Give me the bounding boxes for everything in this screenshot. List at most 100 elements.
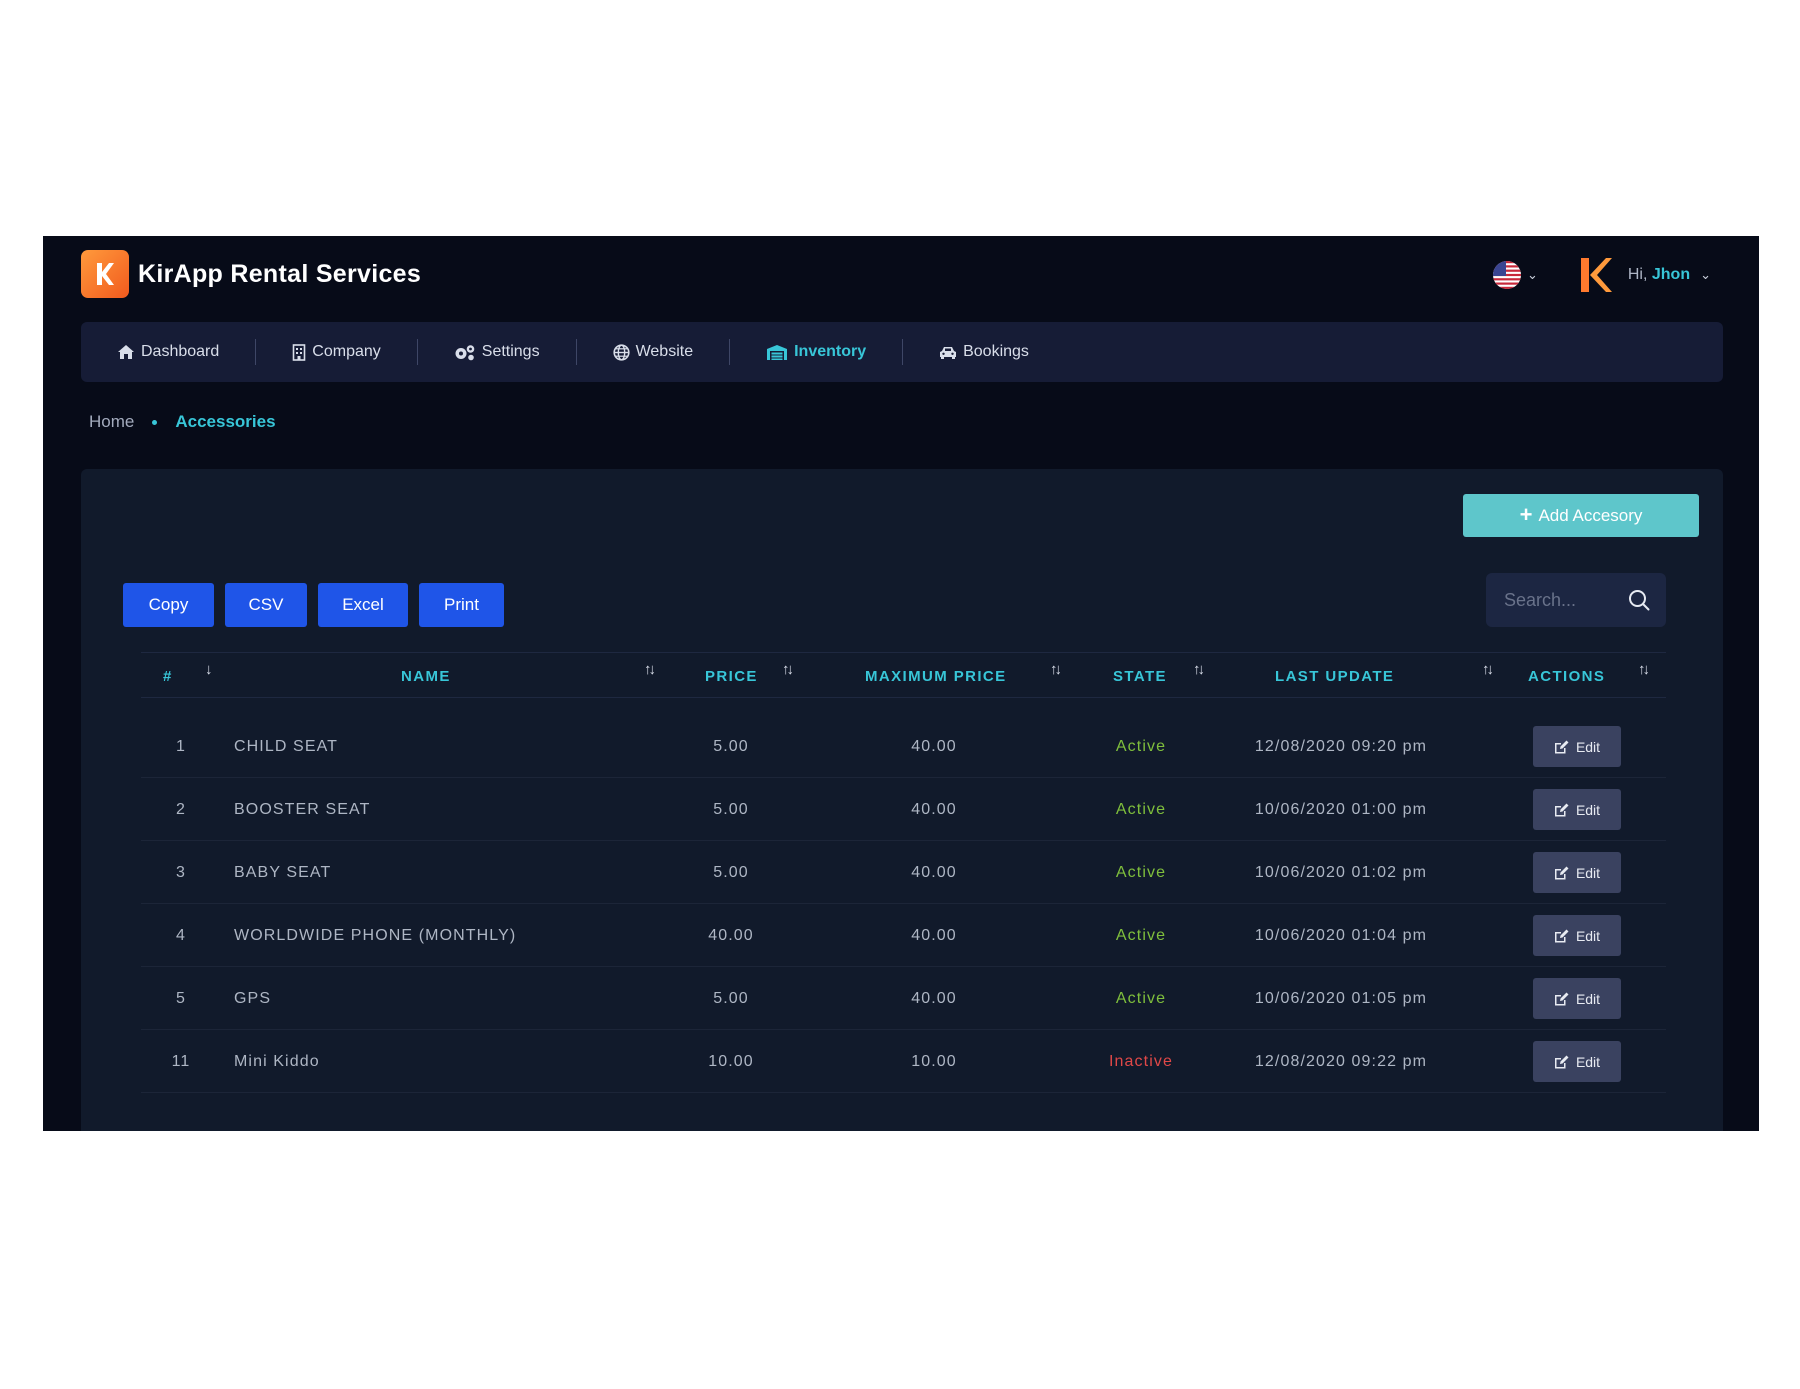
cell-number: 1 — [176, 737, 186, 755]
cell-state: Active — [1115, 926, 1167, 944]
cell-last-update: 12/08/2020 09:22 pm — [1254, 1052, 1428, 1070]
edit-label: Edit — [1575, 801, 1601, 818]
cell-max-price: 40.00 — [911, 989, 957, 1007]
col-header-maximum-price[interactable]: MAXIMUM PRICE — [865, 653, 1007, 699]
edit-label: Edit — [1575, 738, 1601, 755]
cell-max-price: 40.00 — [911, 863, 957, 881]
edit-icon — [1554, 866, 1569, 879]
nav-item-settings[interactable]: Settings — [454, 343, 540, 361]
nav-item-dashboard[interactable]: Dashboard — [117, 343, 219, 361]
cell-name: WORLDWIDE PHONE (MONTHLY) — [234, 926, 517, 944]
export-buttons: Copy CSV Excel Print — [123, 583, 515, 627]
home-icon — [118, 345, 134, 359]
edit-icon — [1554, 992, 1569, 1005]
user-menu[interactable]: Hi, Jhon ⌄ — [1612, 266, 1711, 284]
edit-button[interactable]: Edit — [1533, 852, 1621, 893]
cell-number: 5 — [176, 989, 186, 1007]
copy-button[interactable]: Copy — [123, 583, 214, 627]
nav-label: Company — [312, 343, 381, 360]
sort-icon[interactable]: ↑↓ — [1050, 661, 1062, 678]
table-row: 1 CHILD SEAT 5.00 40.00 Active 12/08/202… — [141, 715, 1666, 778]
nav-item-website[interactable]: Website — [612, 343, 693, 361]
csv-button[interactable]: CSV — [225, 583, 307, 627]
breadcrumb-home[interactable]: Home — [89, 412, 134, 432]
edit-icon — [1554, 929, 1569, 942]
cell-state: Inactive — [1109, 1052, 1173, 1070]
col-header-number[interactable]: # — [163, 653, 173, 699]
sort-icon[interactable]: ↑↓ — [644, 661, 656, 678]
breadcrumb-current: Accessories — [175, 412, 276, 431]
building-icon — [292, 343, 306, 361]
brand-logo-icon — [81, 250, 129, 298]
cell-name: GPS — [234, 989, 272, 1007]
cell-state: Active — [1115, 737, 1167, 755]
search-input[interactable] — [1504, 589, 1616, 611]
edit-button[interactable]: Edit — [1533, 915, 1621, 956]
nav-item-company[interactable]: Company — [292, 343, 381, 361]
sort-icon[interactable]: ↑↓ — [1193, 661, 1205, 678]
search-icon[interactable] — [1628, 589, 1650, 611]
cell-name: CHILD SEAT — [234, 737, 339, 755]
nav-divider — [416, 339, 418, 365]
chevron-down-icon: ⌄ — [1526, 267, 1538, 282]
add-accessory-label: Add Accesory — [1538, 505, 1643, 525]
nav-label: Inventory — [794, 343, 867, 360]
col-header-actions[interactable]: ACTIONS — [1528, 653, 1605, 699]
sort-icon[interactable]: ↑↓ — [1482, 661, 1494, 678]
breadcrumb: Home Accessories — [89, 412, 276, 432]
cell-name: BABY SEAT — [234, 863, 332, 881]
edit-button[interactable]: Edit — [1533, 789, 1621, 830]
table-row: 11 Mini Kiddo 10.00 10.00 Inactive 12/08… — [141, 1030, 1666, 1093]
cell-last-update: 10/06/2020 01:04 pm — [1254, 926, 1428, 944]
edit-label: Edit — [1575, 990, 1601, 1007]
warehouse-icon — [767, 344, 788, 360]
edit-icon — [1554, 803, 1569, 816]
app-window: KirApp Rental Services ⌄ Hi, Jhon ⌄ Dash… — [43, 236, 1759, 1131]
col-header-state[interactable]: STATE — [1113, 653, 1167, 699]
nav-divider — [729, 339, 731, 365]
sort-desc-icon[interactable]: ↓ — [205, 661, 212, 678]
gears-icon — [455, 344, 475, 360]
accessories-table: # ↓ NAME ↑↓ PRICE ↑↓ MAXIMUM PRICE ↑↓ ST… — [141, 652, 1666, 1093]
table-body: 1 CHILD SEAT 5.00 40.00 Active 12/08/202… — [141, 715, 1666, 1093]
edit-button[interactable]: Edit — [1533, 978, 1621, 1019]
col-header-last-update[interactable]: LAST UPDATE — [1275, 653, 1394, 699]
globe-icon — [612, 343, 630, 361]
us-flag-icon — [1492, 261, 1521, 289]
edit-button[interactable]: Edit — [1533, 726, 1621, 767]
sort-icon[interactable]: ↑↓ — [782, 661, 794, 678]
nav-item-inventory[interactable]: Inventory — [766, 343, 866, 361]
nav-label: Dashboard — [141, 343, 220, 360]
header-right: ⌄ Hi, Jhon ⌄ — [1492, 254, 1711, 296]
cell-state: Active — [1115, 800, 1167, 818]
add-accessory-button[interactable]: + Add Accesory — [1463, 494, 1699, 537]
user-name: Jhon — [1651, 266, 1691, 283]
greeting-prefix: Hi, — [1627, 266, 1648, 283]
cell-last-update: 10/06/2020 01:00 pm — [1254, 800, 1428, 818]
col-header-name[interactable]: NAME — [401, 653, 451, 699]
user-logo-icon — [1580, 258, 1612, 292]
edit-label: Edit — [1575, 927, 1601, 944]
nav-label: Bookings — [963, 343, 1029, 360]
nav-divider — [902, 339, 904, 365]
language-selector[interactable]: ⌄ — [1492, 261, 1538, 289]
cell-name: Mini Kiddo — [234, 1052, 320, 1070]
edit-icon — [1554, 740, 1569, 753]
cell-state: Active — [1115, 989, 1167, 1007]
brand[interactable]: KirApp Rental Services — [81, 250, 421, 298]
chevron-down-icon: ⌄ — [1700, 267, 1711, 282]
print-button[interactable]: Print — [419, 583, 504, 627]
nav-item-bookings[interactable]: Bookings — [939, 343, 1029, 361]
nav-divider — [255, 339, 257, 365]
cell-last-update: 10/06/2020 01:02 pm — [1254, 863, 1428, 881]
sort-icon[interactable]: ↑↓ — [1638, 661, 1650, 678]
table-row: 5 GPS 5.00 40.00 Active 10/06/2020 01:05… — [141, 967, 1666, 1030]
edit-button[interactable]: Edit — [1533, 1041, 1621, 1082]
cell-last-update: 12/08/2020 09:20 pm — [1254, 737, 1428, 755]
excel-button[interactable]: Excel — [318, 583, 408, 627]
table-header: # ↓ NAME ↑↓ PRICE ↑↓ MAXIMUM PRICE ↑↓ ST… — [141, 652, 1666, 698]
cell-number: 2 — [176, 800, 186, 818]
cell-number: 4 — [176, 926, 186, 944]
plus-icon: + — [1519, 501, 1533, 527]
col-header-price[interactable]: PRICE — [705, 653, 758, 699]
